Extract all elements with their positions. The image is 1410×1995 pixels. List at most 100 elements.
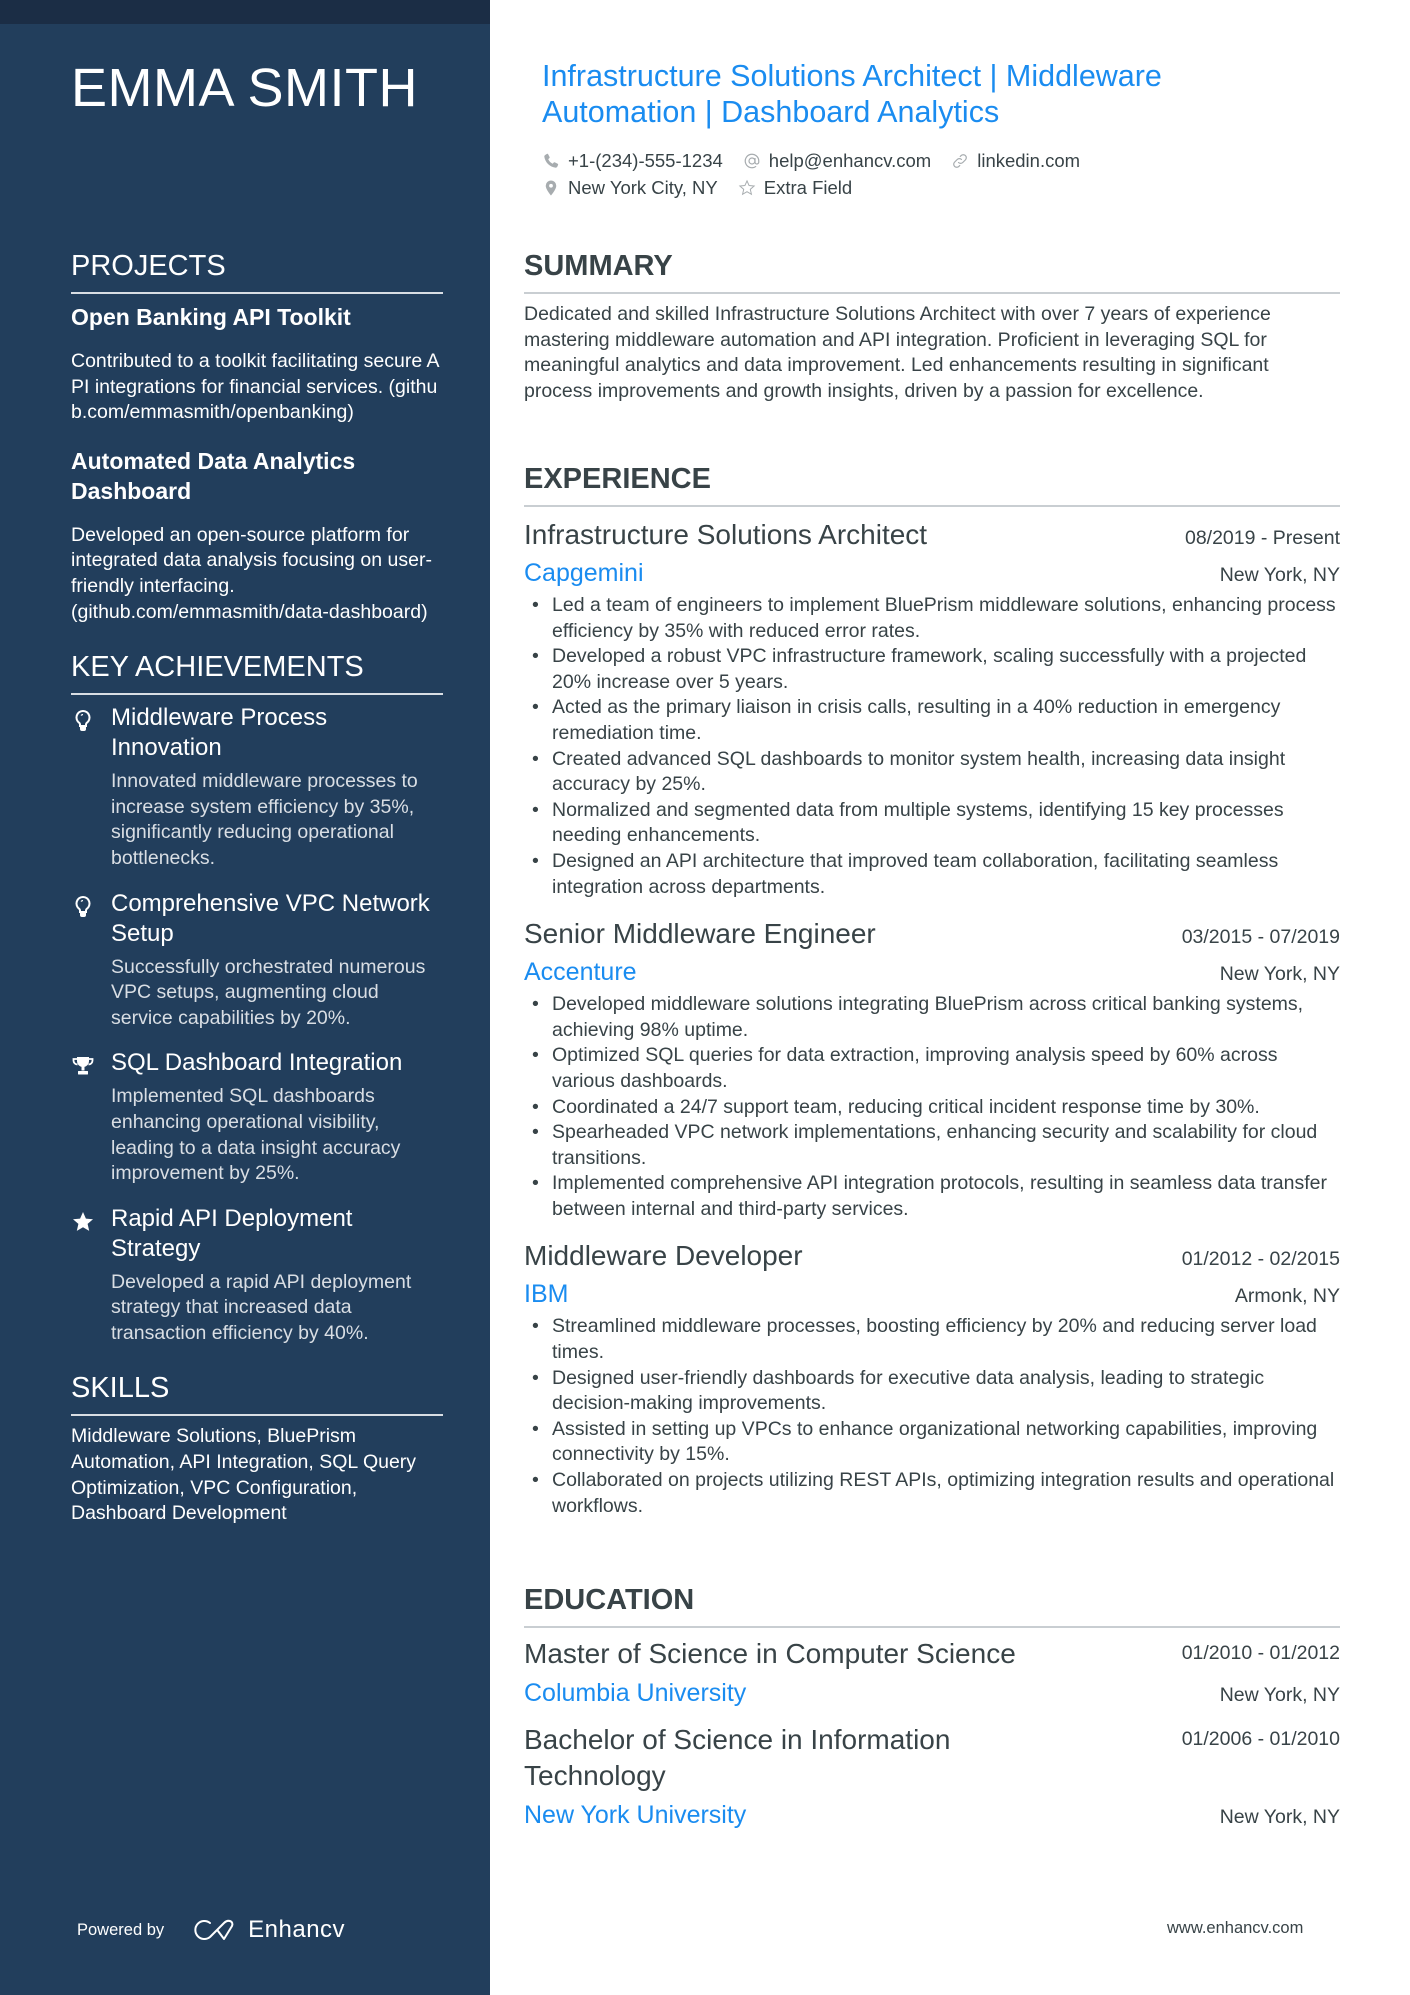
- contact-row: +1-(234)-555-1234 help@enhancv.com linke…: [542, 147, 1342, 174]
- achievement-description: Implemented SQL dashboards enhancing ope…: [111, 1085, 401, 1185]
- powered-by-label: Powered by: [77, 1920, 165, 1939]
- enhancv-logo-icon: [190, 1917, 238, 1943]
- project-description: Contributed to a toolkit facilitating se…: [71, 350, 440, 424]
- contact-linkedin[interactable]: linkedin.com: [951, 150, 1080, 172]
- lightbulb-icon: [71, 703, 111, 871]
- project-title: Open Banking API Toolkit: [71, 304, 351, 330]
- skills-list: Middleware Solutions, BluePrism Automati…: [71, 1425, 417, 1525]
- job-bullet: Implemented comprehensive API integratio…: [524, 1171, 1340, 1222]
- achievement-description: Innovated middleware processes to increa…: [111, 770, 418, 869]
- education-location: New York, NY: [1219, 1684, 1340, 1706]
- job-bullet: Normalized and segmented data from multi…: [524, 798, 1340, 849]
- link-icon: [953, 153, 968, 168]
- job-bullets: Led a team of engineers to implement Blu…: [524, 593, 1340, 900]
- contact-info: +1-(234)-555-1234 help@enhancv.com linke…: [542, 147, 1342, 201]
- job-location: Armonk, NY: [1234, 1285, 1340, 1308]
- skills-heading: SKILLS: [71, 1370, 443, 1417]
- job-bullets: Streamlined middleware processes, boosti…: [524, 1314, 1340, 1519]
- job-bullet: Led a team of engineers to implement Blu…: [524, 593, 1340, 644]
- education-location: New York, NY: [1219, 1806, 1340, 1828]
- education-school: New York University: [524, 1801, 747, 1829]
- achievement-title: Middleware Process Innovation: [111, 704, 328, 762]
- job-location: New York, NY: [1219, 564, 1340, 586]
- headline: Infrastructure Solutions Architect | Mid…: [542, 59, 1162, 129]
- extra-value: Extra Field: [763, 176, 853, 198]
- education-dates: 01/2006 - 01/2010: [1181, 1728, 1340, 1750]
- sidebar-top-band: [0, 0, 490, 24]
- star-icon: [71, 1204, 111, 1347]
- education-section: EDUCATION Master of Science in Computer …: [524, 1582, 1340, 1844]
- job-title: Senior Middleware Engineer: [524, 918, 876, 950]
- summary-heading: SUMMARY: [524, 248, 1340, 294]
- project-description: Developed an open-source platform for in…: [71, 523, 432, 623]
- job-dates: 08/2019 - Present: [1184, 527, 1340, 549]
- experience-section: EXPERIENCE Infrastructure Solutions Arch…: [524, 461, 1340, 1533]
- achievement-description: Developed a rapid API deployment strateg…: [111, 1270, 412, 1344]
- phone-value: +1-(234)-555-1234: [568, 149, 723, 171]
- trophy-icon: [71, 1048, 111, 1186]
- project-item: Automated Data Analytics Dashboard Devel…: [71, 446, 443, 625]
- job-dates: 03/2015 - 07/2019: [1181, 926, 1340, 949]
- job-bullet: Collaborated on projects utilizing REST …: [524, 1468, 1340, 1519]
- job-bullet: Designed user-friendly dashboards for ex…: [524, 1366, 1340, 1417]
- job-bullet: Created advanced SQL dashboards to monit…: [524, 747, 1340, 798]
- sidebar: EMMA SMITH PROJECTS Open Banking API Too…: [0, 0, 490, 1995]
- education-dates: 01/2010 - 01/2012: [1181, 1642, 1340, 1664]
- job-title: Middleware Developer: [524, 1240, 803, 1272]
- achievement-title: Rapid API Deployment Strategy: [111, 1204, 353, 1262]
- job-dates: 01/2012 - 02/2015: [1181, 1248, 1340, 1271]
- summary-text: Dedicated and skilled Infrastructure Sol…: [524, 303, 1271, 402]
- contact-extra: Extra Field: [738, 177, 852, 199]
- job-bullet: Streamlined middleware processes, boosti…: [524, 1314, 1340, 1365]
- job-company: Accenture: [524, 958, 637, 987]
- achievement-title: SQL Dashboard Integration: [111, 1049, 403, 1077]
- job-bullet: Developed a robust VPC infrastructure fr…: [524, 644, 1340, 695]
- education-entry: Bachelor of Science in Information Techn…: [524, 1722, 1340, 1832]
- footer-url[interactable]: www.enhancv.com: [1167, 1919, 1303, 1938]
- phone-icon: [544, 153, 559, 168]
- education-heading: EDUCATION: [524, 1582, 1340, 1628]
- skills-section: SKILLS Middleware Solutions, BluePrism A…: [71, 1370, 443, 1526]
- achievement-item: Middleware Process Innovation Innovated …: [71, 703, 443, 871]
- achievement-title: Comprehensive VPC Network Setup: [111, 889, 430, 947]
- job-company: IBM: [524, 1280, 569, 1309]
- education-school: Columbia University: [524, 1679, 747, 1707]
- job-bullet: Acted as the primary liaison in crisis c…: [524, 695, 1340, 746]
- lightbulb-icon: [71, 889, 111, 1032]
- job-bullet: Optimized SQL queries for data extractio…: [524, 1043, 1340, 1094]
- contact-phone[interactable]: +1-(234)-555-1234: [542, 150, 723, 172]
- location-pin-icon: [545, 180, 557, 195]
- achievement-item: Rapid API Deployment Strategy Developed …: [71, 1204, 443, 1347]
- at-icon: [744, 153, 760, 168]
- education-degree: Bachelor of Science in Information Techn…: [524, 1724, 951, 1791]
- job-bullet: Designed an API architecture that improv…: [524, 849, 1340, 900]
- location-value: New York City, NY: [568, 176, 718, 198]
- job-bullet: Developed middleware solutions integrati…: [524, 992, 1340, 1043]
- education-degree: Master of Science in Computer Science: [524, 1638, 1016, 1669]
- project-item: Open Banking API Toolkit Contributed to …: [71, 302, 443, 426]
- job-company: Capgemini: [524, 559, 644, 587]
- star-outline-icon: [738, 179, 756, 195]
- job-entry: Senior Middleware Engineer 03/2015 - 07/…: [524, 914, 1340, 1222]
- contact-email[interactable]: help@enhancv.com: [743, 150, 931, 172]
- summary-section: SUMMARY Dedicated and skilled Infrastruc…: [524, 248, 1340, 404]
- experience-heading: EXPERIENCE: [524, 461, 1340, 507]
- contact-location: New York City, NY: [542, 177, 718, 199]
- linkedin-value: linkedin.com: [977, 149, 1081, 171]
- achievement-description: Successfully orchestrated numerous VPC s…: [111, 955, 426, 1029]
- projects-heading: PROJECTS: [71, 248, 443, 294]
- project-title: Automated Data Analytics Dashboard: [71, 447, 356, 504]
- projects-section: PROJECTS Open Banking API Toolkit Contri…: [71, 248, 443, 625]
- job-bullet: Coordinated a 24/7 support team, reducin…: [524, 1095, 1340, 1121]
- job-entry: Infrastructure Solutions Architect 08/20…: [524, 515, 1340, 900]
- contact-row: New York City, NY Extra Field: [542, 174, 1342, 201]
- job-bullet: Spearheaded VPC network implementations,…: [524, 1120, 1340, 1171]
- achievements-section: KEY ACHIEVEMENTS Middleware Process Inno…: [71, 649, 443, 1346]
- achievements-heading: KEY ACHIEVEMENTS: [71, 649, 443, 696]
- job-bullets: Developed middleware solutions integrati…: [524, 992, 1340, 1222]
- enhancv-brand: Enhancv: [248, 1916, 346, 1943]
- job-location: New York, NY: [1219, 963, 1340, 986]
- achievement-item: Comprehensive VPC Network Setup Successf…: [71, 889, 443, 1032]
- email-value: help@enhancv.com: [768, 149, 932, 171]
- powered-by: Powered by Enhancv: [77, 1916, 345, 1944]
